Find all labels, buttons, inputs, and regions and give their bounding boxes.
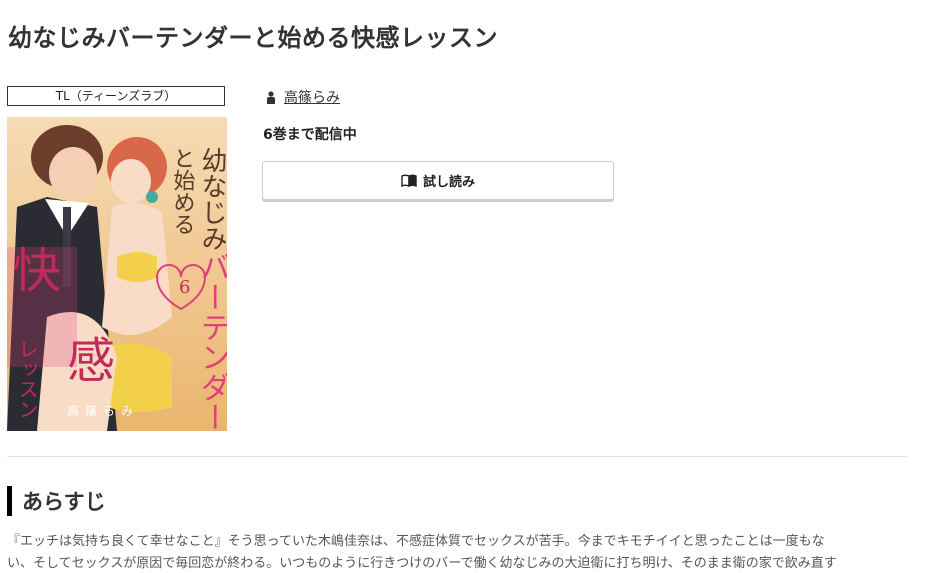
cover-image[interactable]: 幼なじみ と始める バーテンダー 快 感 レッスン 6 高篠らみ (7, 117, 227, 431)
genre-badge[interactable]: TL（ティーンズラブ） (7, 86, 225, 106)
page-title: 幼なじみバーテンダーと始める快感レッスン (8, 24, 498, 52)
synopsis-heading: あらすじ (7, 486, 106, 516)
synopsis-text: 『エッチは気持ち良くて幸せなこと』そう思っていた木嶋佳奈は、不感症体質でセックス… (7, 531, 927, 573)
person-icon (267, 90, 275, 104)
trial-read-label: 試し読み (422, 175, 475, 190)
availability-status: 6巻まで配信中 (263, 127, 357, 143)
svg-text:レッスン: レッスン (15, 339, 39, 419)
section-divider (7, 456, 907, 457)
open-book-icon (401, 174, 417, 187)
trial-read-button[interactable]: 試し読み (262, 161, 614, 202)
cover-title-text: 幼なじみ (197, 147, 227, 251)
cover-volume: 6 (179, 277, 190, 298)
svg-text:と始める: と始める (170, 147, 196, 235)
svg-text:バーテンダー: バーテンダー (195, 252, 228, 431)
synopsis-line: 『エッチは気持ち良くて幸せなこと』そう思っていた木嶋佳奈は、不感症体質でセックス… (7, 534, 825, 549)
synopsis-heading-text: あらすじ (22, 490, 106, 514)
author-row: 高篠らみ (266, 87, 340, 107)
svg-text:快: 快 (13, 243, 61, 299)
svg-text:感: 感 (67, 333, 115, 389)
cover-author: 高篠らみ (67, 403, 139, 418)
author-link[interactable]: 高篠らみ (284, 87, 340, 107)
cover-illustration: 幼なじみ と始める バーテンダー 快 感 レッスン 6 高篠らみ (7, 117, 227, 431)
heading-bar (7, 486, 12, 516)
synopsis-line: い、そしてセックスが原因で毎回恋が終わる。いつものように行きつけのバーで働く幼な… (7, 556, 837, 571)
page: 幼なじみバーテンダーと始める快感レッスン TL（ティーンズラブ） 幼なじみ と始… (0, 0, 949, 573)
